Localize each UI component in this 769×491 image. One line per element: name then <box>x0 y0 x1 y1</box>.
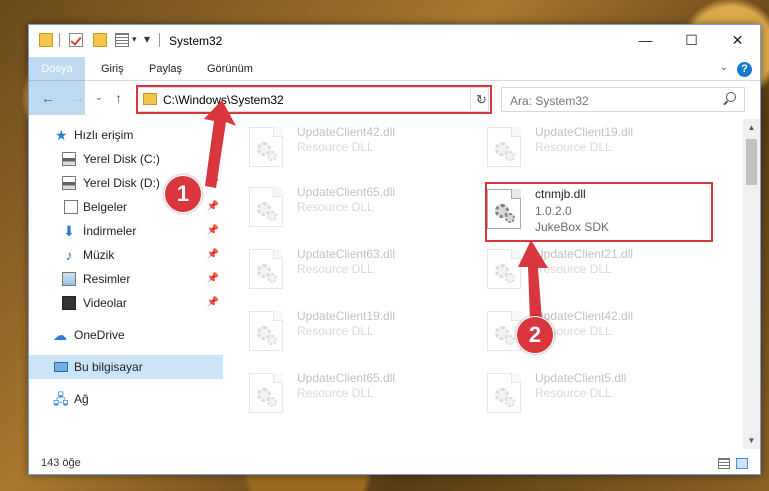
annotation-arrows <box>204 100 548 321</box>
step-2-badge: 2 <box>516 316 554 354</box>
arrow-2 <box>518 240 548 321</box>
arrow-1 <box>204 100 236 188</box>
step-1-badge: 1 <box>164 175 202 213</box>
